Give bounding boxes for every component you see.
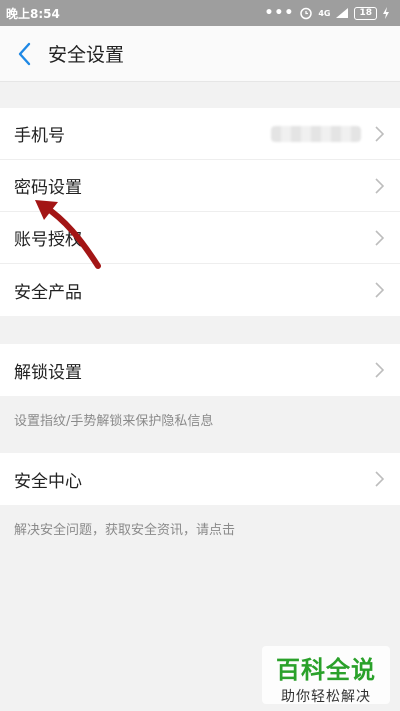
nav-bar: 安全设置 [0, 26, 400, 82]
unlock-group: 解锁设置 [0, 344, 400, 396]
chevron-right-icon [375, 282, 384, 298]
row-account-authorization[interactable]: 账号授权 [0, 212, 400, 264]
signal-icon [336, 8, 349, 18]
row-password-settings[interactable]: 密码设置 [0, 160, 400, 212]
row-security-center[interactable]: 安全中心 [0, 453, 400, 505]
chevron-right-icon [375, 362, 384, 378]
more-dots-icon: ••• [264, 5, 295, 21]
row-label: 手机号 [14, 126, 65, 146]
chevron-right-icon [375, 125, 384, 142]
row-label: 账号授权 [14, 230, 82, 250]
back-button[interactable] [0, 26, 48, 82]
row-phone-number[interactable]: 手机号 [0, 108, 400, 160]
watermark-logo: 百科全说 助你轻松解决 [262, 646, 390, 705]
status-time: 晚上8:54 [6, 6, 60, 21]
chevron-right-icon [375, 471, 384, 487]
blurred-phone-value [271, 125, 361, 142]
row-label: 解锁设置 [14, 362, 82, 383]
security-center-hint: 解决安全问题，获取安全资讯，请点击 [0, 505, 400, 554]
row-label: 密码设置 [14, 178, 82, 198]
status-icons: ••• 4G 18 [264, 6, 390, 20]
row-security-products[interactable]: 安全产品 [0, 264, 400, 316]
chevron-right-icon [375, 229, 384, 246]
watermark-title: 百科全说 [276, 656, 376, 684]
page-title: 安全设置 [48, 44, 125, 66]
battery-icon: 18 [354, 6, 377, 20]
account-group: 手机号 密码设置 账号授权 安全产品 [0, 108, 400, 316]
signal-label: 4G [318, 8, 331, 18]
alarm-icon [300, 7, 313, 20]
security-center-group: 安全中心 [0, 453, 400, 505]
chevron-right-icon [375, 177, 384, 194]
row-label: 安全产品 [14, 282, 82, 303]
status-bar: 晚上8:54 ••• 4G 18 [0, 0, 400, 26]
row-label: 安全中心 [14, 471, 82, 492]
watermark-subtitle: 助你轻松解决 [281, 689, 371, 705]
back-arrow-icon [18, 42, 31, 65]
unlock-hint: 设置指纹/手势解锁来保护隐私信息 [0, 396, 400, 445]
charging-icon [383, 7, 389, 19]
row-unlock-settings[interactable]: 解锁设置 [0, 344, 400, 396]
